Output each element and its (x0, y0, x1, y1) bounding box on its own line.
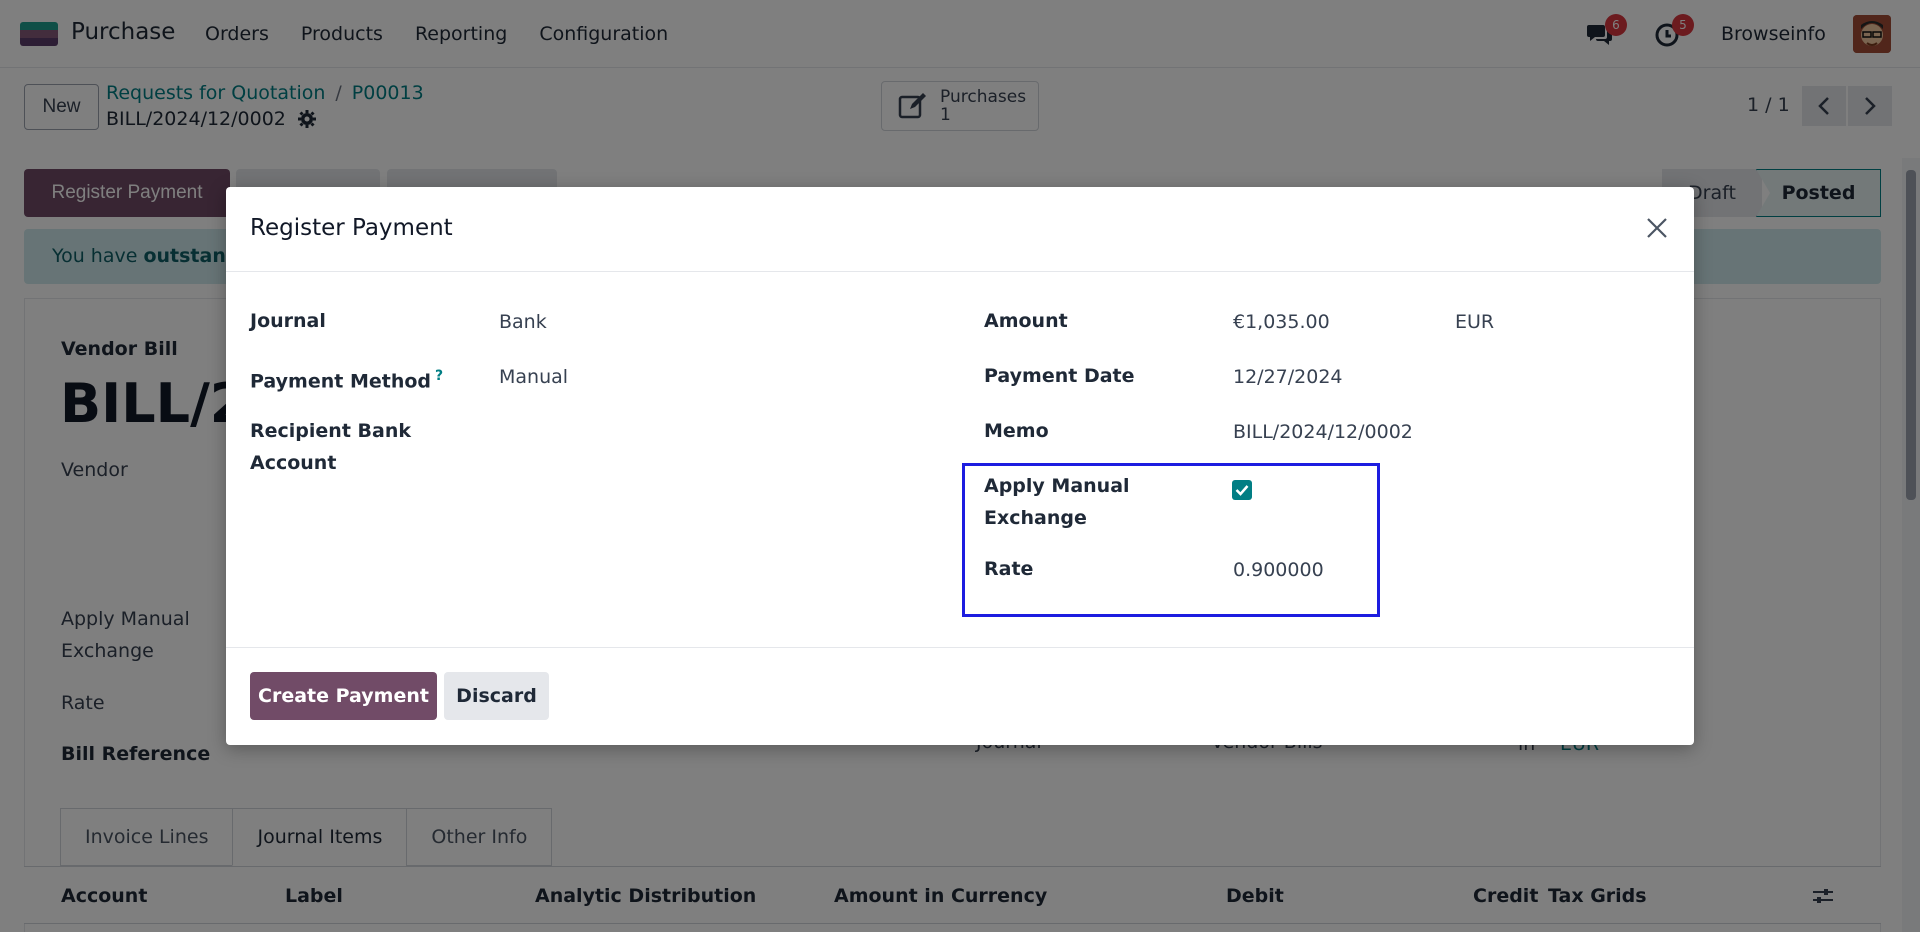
amount-field[interactable]: €1,035.00 (1233, 306, 1330, 338)
dialog-header: Register Payment (226, 187, 1694, 272)
payment-method-label: Payment Method? (250, 360, 443, 397)
journal-label: Journal (250, 310, 326, 332)
recipient-bank-label-2: Account (250, 452, 337, 474)
help-tooltip-icon[interactable]: ? (435, 368, 443, 384)
rate-field[interactable]: 0.900000 (1233, 554, 1324, 586)
memo-label: Memo (984, 420, 1049, 442)
payment-date-field[interactable]: 12/27/2024 (1233, 361, 1343, 393)
recipient-bank-label: Recipient Bank (250, 420, 411, 442)
checkmark-icon (1235, 485, 1249, 496)
journal-field[interactable]: Bank (499, 306, 547, 338)
dialog-title: Register Payment (250, 215, 453, 241)
create-payment-button[interactable]: Create Payment (250, 672, 437, 720)
close-icon (1647, 218, 1667, 238)
apply-manual-exchange-label-2: Exchange (984, 507, 1087, 529)
payment-date-label: Payment Date (984, 365, 1135, 387)
payment-method-label-text: Payment Method (250, 370, 432, 393)
payment-method-field[interactable]: Manual (499, 361, 568, 393)
amount-label: Amount (984, 310, 1068, 332)
rate-label: Rate (984, 558, 1034, 580)
close-button[interactable] (1642, 213, 1672, 243)
register-payment-dialog: Register Payment Journal Bank Payment Me… (226, 187, 1694, 745)
dialog-footer: Create Payment Discard (226, 647, 1694, 745)
discard-button[interactable]: Discard (444, 672, 549, 720)
memo-field[interactable]: BILL/2024/12/0002 (1233, 416, 1413, 448)
apply-manual-exchange-checkbox[interactable] (1232, 480, 1252, 500)
currency-field[interactable]: EUR (1455, 306, 1494, 338)
apply-manual-exchange-label: Apply Manual (984, 475, 1130, 497)
